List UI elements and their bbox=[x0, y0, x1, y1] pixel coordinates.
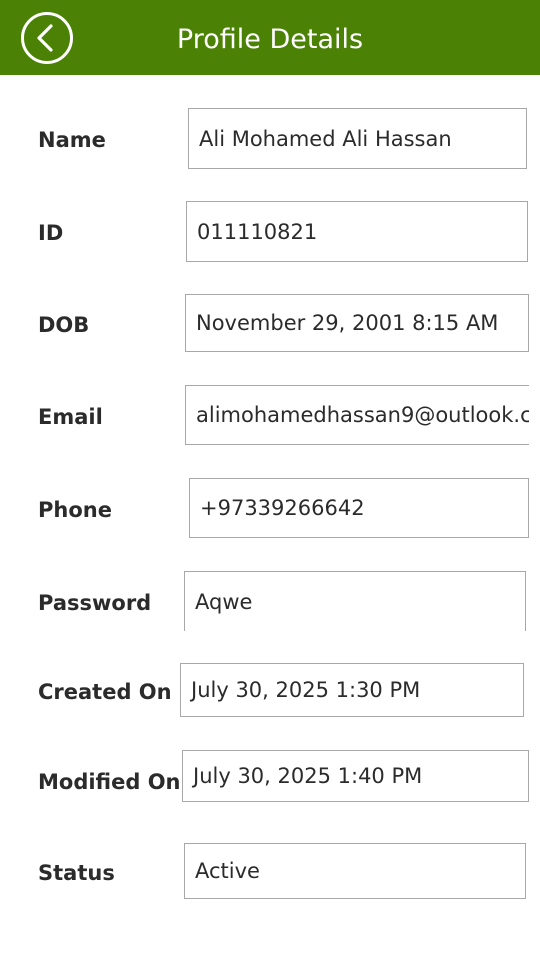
page-title: Profile Details bbox=[176, 24, 364, 55]
modified-on-field[interactable]: July 30, 2025 1:40 PM bbox=[182, 750, 529, 802]
header-bar: Profile Details bbox=[0, 0, 540, 75]
email-value: alimohamedhassan9@outlook.com bbox=[196, 403, 529, 427]
status-label: Status bbox=[38, 861, 115, 885]
dob-field[interactable]: November 29, 2001 8:15 AM bbox=[185, 294, 529, 352]
password-field[interactable]: Aqwe bbox=[184, 571, 526, 631]
name-label: Name bbox=[38, 128, 106, 152]
id-label: ID bbox=[38, 221, 64, 245]
password-value: Aqwe bbox=[195, 589, 253, 614]
name-field[interactable]: Ali Mohamed Ali Hassan bbox=[188, 108, 527, 169]
email-label: Email bbox=[38, 405, 103, 429]
phone-field[interactable]: +97339266642 bbox=[189, 478, 529, 538]
phone-value: +97339266642 bbox=[200, 496, 365, 520]
created-on-value: July 30, 2025 1:30 PM bbox=[191, 678, 421, 702]
password-label: Password bbox=[38, 591, 152, 615]
created-on-field[interactable]: July 30, 2025 1:30 PM bbox=[180, 663, 524, 717]
created-on-label: Created On bbox=[38, 680, 172, 704]
name-value: Ali Mohamed Ali Hassan bbox=[199, 126, 452, 151]
phone-label: Phone bbox=[38, 498, 112, 522]
dob-label: DOB bbox=[38, 313, 90, 337]
id-field[interactable]: 011110821 bbox=[186, 201, 528, 262]
status-field[interactable]: Active bbox=[184, 843, 526, 899]
status-value: Active bbox=[195, 859, 260, 883]
modified-on-label: Modified On bbox=[38, 770, 181, 794]
dob-value: November 29, 2001 8:15 AM bbox=[196, 311, 499, 335]
id-value: 011110821 bbox=[197, 219, 318, 244]
modified-on-value: July 30, 2025 1:40 PM bbox=[193, 764, 423, 788]
email-field[interactable]: alimohamedhassan9@outlook.com bbox=[185, 385, 529, 445]
